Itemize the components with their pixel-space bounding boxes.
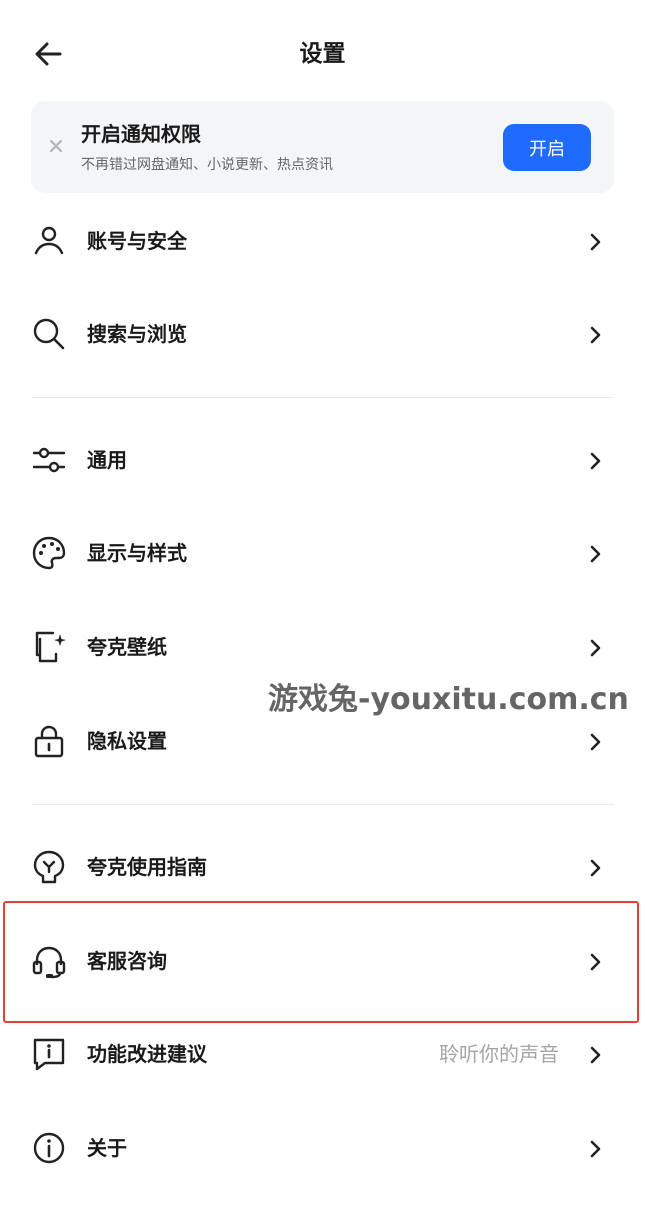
user-icon: [31, 223, 67, 259]
settings-item-user-guide[interactable]: 夸克使用指南: [0, 831, 645, 903]
settings-item-account-security[interactable]: 账号与安全: [0, 205, 645, 277]
settings-item-label: 隐私设置: [87, 729, 167, 753]
chevron-right-icon: [586, 543, 604, 565]
settings-item-label: 通用: [87, 448, 127, 472]
settings-item-label: 夸克使用指南: [87, 855, 207, 879]
settings-item-label: 夸克壁纸: [87, 635, 167, 659]
sliders-icon: [31, 442, 67, 478]
search-icon: [31, 316, 67, 352]
chevron-right-icon: [586, 637, 604, 659]
feedback-hint-text: 聆听你的声音: [439, 1042, 559, 1066]
headset-icon: [31, 943, 67, 979]
watermark: 游戏兔-youxitu.com.cn: [268, 682, 629, 717]
info-icon: [31, 1130, 67, 1166]
chevron-right-icon: [586, 324, 604, 346]
wallpaper-icon: [31, 629, 67, 665]
chevron-right-icon: [586, 731, 604, 753]
settings-item-wallpaper[interactable]: 夸克壁纸: [0, 611, 645, 683]
settings-item-label: 关于: [87, 1136, 127, 1160]
settings-item-label: 搜索与浏览: [87, 322, 187, 346]
settings-item-display-style[interactable]: 显示与样式: [0, 517, 645, 589]
chevron-right-icon: [586, 1138, 604, 1160]
section-divider: [32, 397, 614, 398]
section-divider: [32, 804, 614, 805]
close-icon[interactable]: [46, 136, 66, 156]
chevron-right-icon: [586, 857, 604, 879]
banner-subtitle: 不再错过网盘通知、小说更新、热点资讯: [81, 157, 333, 173]
lock-icon: [31, 723, 67, 759]
palette-icon: [31, 535, 67, 571]
guide-bulb-icon: [31, 849, 67, 885]
chevron-right-icon: [586, 450, 604, 472]
settings-item-label: 显示与样式: [87, 541, 187, 565]
settings-item-search-browse[interactable]: 搜索与浏览: [0, 298, 645, 370]
banner-title: 开启通知权限: [81, 122, 201, 146]
chevron-right-icon: [586, 951, 604, 973]
settings-item-feedback[interactable]: 功能改进建议 聆听你的声音: [0, 1018, 645, 1090]
chevron-right-icon: [586, 1044, 604, 1066]
chevron-right-icon: [586, 231, 604, 253]
settings-item-label: 功能改进建议: [87, 1042, 207, 1066]
settings-item-label: 账号与安全: [87, 229, 187, 253]
header: 设置: [0, 0, 645, 106]
settings-item-label: 客服咨询: [87, 949, 167, 973]
settings-item-customer-service[interactable]: 客服咨询: [0, 925, 645, 997]
enable-notifications-button[interactable]: 开启: [503, 124, 591, 171]
feedback-icon: [31, 1036, 67, 1072]
page-title: 设置: [299, 41, 346, 67]
settings-item-about[interactable]: 关于: [0, 1112, 645, 1184]
settings-item-general[interactable]: 通用: [0, 424, 645, 496]
